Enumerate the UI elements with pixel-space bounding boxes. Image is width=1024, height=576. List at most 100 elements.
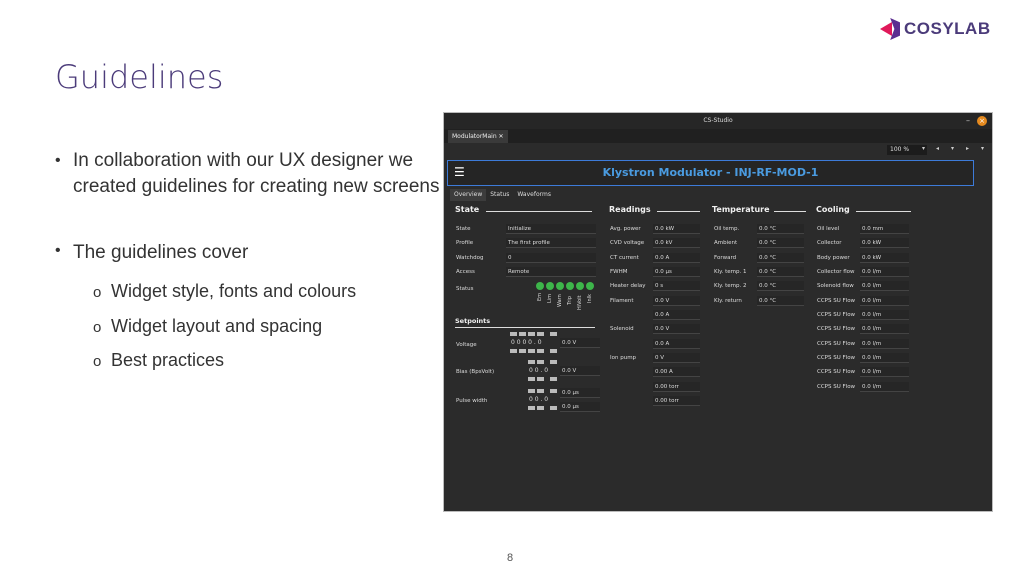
temperature-value: 0.0 °C — [757, 267, 804, 277]
zoom-select[interactable]: 100 % — [887, 145, 927, 155]
decrement-button[interactable] — [528, 377, 535, 381]
cooling-value: 0.0 l/m — [860, 324, 909, 334]
temperature-value: 0.0 °C — [757, 296, 804, 306]
window-titlebar: CS-Studio – × — [444, 113, 992, 129]
decrement-button[interactable] — [510, 349, 517, 353]
forward-icon[interactable]: ▸ — [966, 145, 969, 152]
profile-label: Profile — [456, 240, 474, 246]
forward-dropdown-icon[interactable]: ▾ — [981, 145, 984, 152]
increment-button[interactable] — [550, 360, 557, 364]
tab-overview[interactable]: Overview — [450, 189, 487, 201]
temperature-label: Ambient — [714, 240, 738, 246]
back-icon[interactable]: ◂ — [936, 145, 939, 152]
increment-button[interactable] — [528, 332, 535, 336]
reading-value: 0.0 kW — [653, 224, 700, 234]
tab-modulator-main[interactable]: ModulatorMain ✕ — [448, 130, 508, 143]
zoom-dropdown-icon[interactable]: ▾ — [922, 145, 925, 152]
led-label: Lim — [547, 293, 553, 303]
reading-label: Solenoid — [610, 326, 634, 332]
cooling-value: 0.0 kW — [860, 253, 909, 263]
cooling-label: CCPS SU Flow — [817, 326, 856, 332]
cooling-value: 0.0 l/m — [860, 367, 909, 377]
decrement-button[interactable] — [550, 406, 557, 410]
tab-bar: ModulatorMain ✕ — [444, 129, 992, 143]
bullet-glyph: • — [55, 152, 61, 169]
display-header: ☰ Klystron Modulator - INJ-RF-MOD-1 — [447, 160, 974, 186]
cooling-label: Oil level — [817, 226, 840, 232]
increment-button[interactable] — [537, 389, 544, 393]
increment-button[interactable] — [519, 332, 526, 336]
reading-label: FWHM — [610, 269, 628, 275]
decrement-button[interactable] — [537, 377, 544, 381]
decrement-button[interactable] — [528, 349, 535, 353]
led-label: HiVolt — [577, 295, 583, 310]
back-dropdown-icon[interactable]: ▾ — [951, 145, 954, 152]
temperature-label: Oil temp. — [714, 226, 740, 232]
setpoint-value: 0.0 µs — [560, 388, 600, 398]
cooling-label: Collector flow — [817, 269, 855, 275]
status-led-warn — [556, 282, 564, 290]
temperature-value: 0.0 °C — [757, 281, 804, 291]
bullet-text: The guidelines cover — [73, 242, 249, 263]
increment-button[interactable] — [528, 389, 535, 393]
decrement-button[interactable] — [550, 349, 557, 353]
cooling-label: CCPS SU Flow — [817, 298, 856, 304]
sub-bullet: o Widget style, fonts and colours — [93, 281, 356, 302]
close-icon[interactable]: × — [977, 116, 987, 126]
decrement-button[interactable] — [537, 406, 544, 410]
setpoint-readback: 0.0 µs — [560, 402, 600, 412]
cooling-value: 0.0 mm — [860, 224, 909, 234]
increment-button[interactable] — [528, 360, 535, 364]
minimize-icon[interactable]: – — [966, 113, 970, 129]
section-divider — [486, 211, 592, 212]
decrement-button[interactable] — [528, 406, 535, 410]
cooling-value: 0.0 l/m — [860, 281, 909, 291]
cooling-label: CCPS SU Flow — [817, 312, 856, 318]
setpoint-value: 0.0 V — [560, 338, 600, 348]
watchdog-label: Watchdog — [456, 255, 484, 261]
view-tabs: Overview Status Waveforms — [450, 189, 555, 201]
led-label: Inlk — [587, 294, 593, 303]
bullet-text: In collaboration with our UX designer we… — [73, 150, 440, 197]
tab-status[interactable]: Status — [486, 189, 513, 201]
reading-value: 0.00 torr — [653, 382, 700, 392]
setpoint-digits[interactable]: 0 0 0 0 . 0 — [511, 339, 542, 346]
sub-bullet-glyph: o — [93, 353, 102, 370]
cooling-value: 0.0 kW — [860, 238, 909, 248]
reading-label: Filament — [610, 298, 634, 304]
window-title: CS-Studio — [703, 117, 733, 124]
cooling-value: 0.0 l/m — [860, 339, 909, 349]
setpoint-label: Bias (BpsVolt) — [456, 369, 495, 375]
reading-value: 0.00 torr — [653, 396, 700, 406]
cooling-label: CCPS SU Flow — [817, 355, 856, 361]
cooling-value: 0.0 l/m — [860, 310, 909, 320]
led-label: Warn — [557, 294, 563, 307]
access-label: Access — [456, 269, 475, 275]
slide-title: Guidelines — [55, 58, 224, 96]
watchdog-value: 0 — [506, 253, 596, 263]
decrement-button[interactable] — [550, 377, 557, 381]
sub-bullet: o Widget layout and spacing — [93, 316, 322, 337]
section-divider — [856, 211, 911, 212]
setpoint-digits[interactable]: 0 0 . 0 — [529, 396, 548, 403]
status-label: Status — [456, 286, 474, 292]
increment-button[interactable] — [550, 332, 557, 336]
reading-value: 0 s — [653, 281, 700, 291]
increment-button[interactable] — [550, 389, 557, 393]
led-label: Trip — [567, 296, 573, 305]
sub-bullet-text: Widget style, fonts and colours — [111, 281, 357, 301]
decrement-button[interactable] — [519, 349, 526, 353]
cooling-value: 0.0 l/m — [860, 267, 909, 277]
increment-button[interactable] — [510, 332, 517, 336]
status-led-trip — [566, 282, 574, 290]
increment-button[interactable] — [537, 360, 544, 364]
decrement-button[interactable] — [537, 349, 544, 353]
reading-value: 0.0 kV — [653, 238, 700, 248]
increment-button[interactable] — [537, 332, 544, 336]
logo-text: COSYLAB — [904, 19, 991, 38]
setpoint-digits[interactable]: 0 0 . 0 — [529, 367, 548, 374]
temperature-label: Kly. temp. 2 — [714, 283, 747, 289]
reading-label: Avg. power — [610, 226, 641, 232]
tab-waveforms[interactable]: Waveforms — [513, 189, 555, 201]
status-led-lim — [546, 282, 554, 290]
